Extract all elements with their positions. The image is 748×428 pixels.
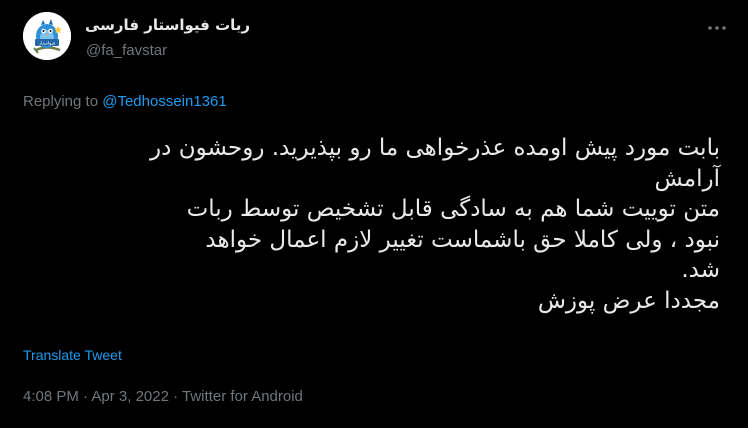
replying-to: Replying to @Tedhossein1361 [23, 93, 227, 110]
reply-mention-link[interactable]: @Tedhossein1361 [102, 93, 226, 110]
tweet-text-line: متن توییت شما هم به سادگی قابل تشخیص توس… [186, 196, 720, 222]
more-horizontal-icon [708, 26, 726, 30]
replying-to-prefix: Replying to [23, 93, 103, 110]
tweet-time[interactable]: 4:08 PM [23, 388, 79, 405]
meta-separator: · [78, 388, 92, 405]
tweet-text-line: شد. [681, 257, 720, 283]
tweet-source[interactable]: Twitter for Android [182, 388, 303, 405]
tweet-date[interactable]: Apr 3, 2022 [91, 388, 169, 405]
tweet-text-line: نبود ، ولی کاملا حق باشماست تغییر لازم ا… [205, 226, 720, 253]
tweet-text-line: بابت مورد پیش اومده عذرخواهی ما رو بپذیر… [150, 135, 720, 161]
tweet-card: فیواستار ربات فیواستار فارسی @fa_favstar… [0, 0, 748, 428]
avatar[interactable]: فیواستار [23, 12, 71, 60]
tweet-text: بابت مورد پیش اومده عذرخواهی ما رو بپذیر… [60, 133, 720, 316]
meta-separator: · [168, 388, 183, 405]
tweet-metadata: 4:08 PM · Apr 3, 2022 · Twitter for Andr… [23, 388, 303, 405]
tweet-text-line: آرامش [654, 165, 720, 192]
author-handle[interactable]: @fa_favstar [86, 42, 167, 59]
more-options-button[interactable] [700, 14, 734, 42]
translate-tweet-link[interactable]: Translate Tweet [23, 347, 122, 363]
tweet-text-line: مجددا عرض پوزش [537, 287, 720, 314]
svg-text:فیواستار: فیواستار [38, 42, 55, 47]
favstar-logo-icon: فیواستار [23, 12, 71, 60]
author-display-name[interactable]: ربات فیواستار فارسی [85, 16, 250, 34]
